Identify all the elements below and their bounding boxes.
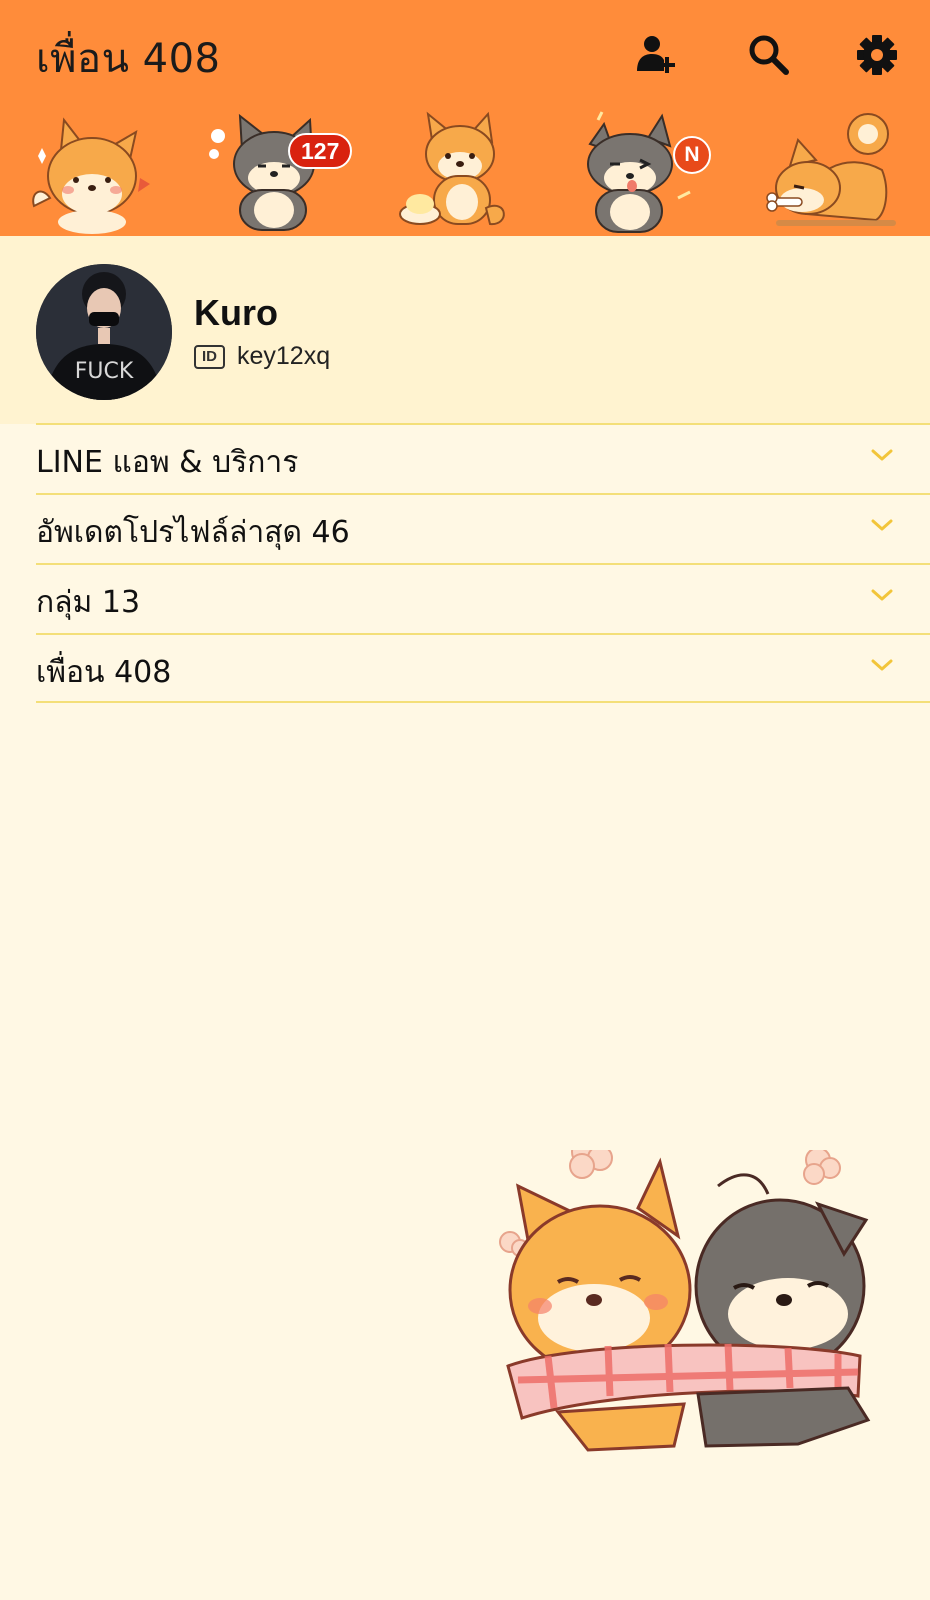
profile-id-text: key12xq (237, 342, 331, 370)
add-friend-button[interactable] (632, 30, 682, 80)
gear-icon (857, 35, 897, 75)
settings-button[interactable] (852, 30, 902, 80)
tab-home[interactable] (20, 110, 152, 234)
section-label: เพื่อน 408 (36, 655, 172, 690)
profile-id: ID key12xq (194, 342, 330, 371)
shiba-sticker-icon (32, 117, 150, 234)
section-friends[interactable]: เพื่อน 408 (36, 633, 930, 703)
search-icon (749, 35, 789, 75)
chevron-down-icon (871, 589, 893, 601)
avatar-shirt-text: FUCK (75, 359, 134, 384)
gray-dog-sticker-icon (209, 113, 315, 231)
tab-timeline[interactable] (398, 110, 530, 234)
section-label: LINE แอพ & บริการ (36, 445, 299, 480)
id-icon: ID (194, 344, 225, 369)
tab-wallet[interactable] (766, 110, 916, 234)
shiba-bowl-sticker-icon (399, 111, 505, 226)
chevron-down-icon (871, 519, 893, 531)
my-profile[interactable]: FUCK Kuro ID key12xq (0, 236, 930, 424)
header: เพื่อน 408 127 N (0, 0, 930, 236)
chevron-down-icon (871, 449, 893, 461)
profile-name: Kuro (194, 292, 278, 333)
avatar[interactable]: FUCK (36, 264, 172, 400)
section-profile-updates[interactable]: อัพเดตโปรไฟล์ล่าสุด 46 (36, 493, 930, 563)
shiba-bone-sticker-icon (766, 113, 896, 226)
unread-count-badge: 127 (288, 133, 353, 169)
chevron-down-icon (871, 659, 893, 671)
section-label: กลุ่ม 13 (36, 585, 141, 620)
section-list: LINE แอพ & บริการ อัพเดตโปรไฟล์ล่าสุด 46… (36, 423, 930, 703)
section-groups[interactable]: กลุ่ม 13 (36, 563, 930, 633)
add-friend-icon (637, 36, 675, 73)
section-label: อัพเดตโปรไฟล์ล่าสุด 46 (36, 515, 350, 550)
avatar-image: FUCK (36, 264, 172, 400)
page-title: เพื่อน 408 (36, 36, 221, 82)
tab-chats[interactable] (206, 110, 338, 234)
new-badge: N (673, 136, 711, 174)
dogs-scarf-illustration (499, 1150, 871, 1452)
search-button[interactable] (744, 30, 794, 80)
friends-screen: เพื่อน 408 127 N FUCK Kuro ID key12xq LI… (0, 0, 930, 1600)
section-line-apps[interactable]: LINE แอพ & บริการ (36, 423, 930, 493)
